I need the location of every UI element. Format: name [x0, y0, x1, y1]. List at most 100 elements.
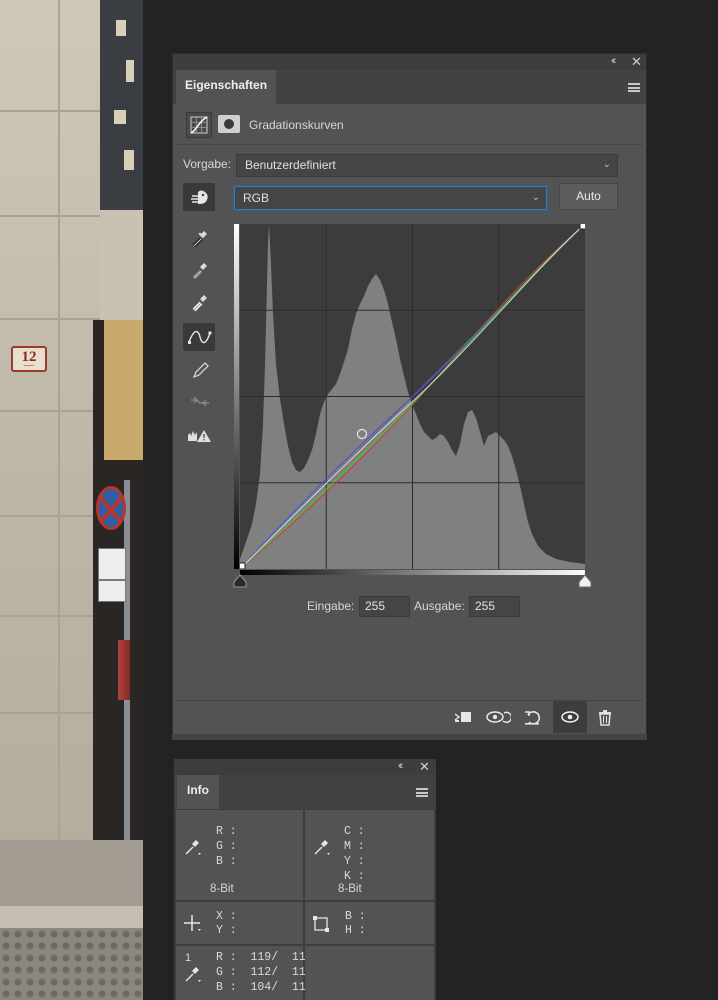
wall-joint [0, 615, 100, 617]
red-object [118, 640, 130, 700]
wall-joint [0, 410, 100, 412]
info-width-label: B : [345, 910, 366, 923]
eyedropper-icon [314, 840, 330, 855]
toggle-visibility-button[interactable] [553, 701, 587, 733]
house-number-plaque: 12 ~~~~ [11, 346, 47, 372]
clipping-warning-tool[interactable] [185, 422, 215, 448]
info-sampler-cell: 1 R : 119/ 112 G : 112/ 112 B : 104/ 112 [176, 946, 313, 1000]
info-x-label: X : [216, 910, 237, 923]
sign-tag [98, 548, 126, 580]
curb [0, 906, 143, 928]
info-rgb-bitdepth: 8-Bit [210, 883, 234, 895]
input-gradient-bar [240, 570, 585, 575]
curves-graph[interactable] [240, 224, 585, 569]
info-wh-cell: B : H : [305, 902, 434, 944]
document-canvas-photo: 12 ~~~~ [0, 0, 143, 1000]
pencil-icon [192, 362, 209, 379]
panel-header-strip: ‹‹ ✕ [174, 759, 436, 775]
no-stopping-sign [96, 486, 126, 530]
curve-endpoint-white[interactable] [579, 224, 585, 230]
white-point-slider[interactable] [577, 573, 593, 589]
input-label: Eingabe: [307, 599, 355, 613]
wall-joint [0, 318, 100, 320]
histogram-warning-icon [188, 430, 211, 442]
layer-mask-icon[interactable] [218, 115, 240, 133]
eyedropper-icon [185, 840, 201, 855]
black-point-slider[interactable] [232, 573, 248, 589]
curves-histogram-svg [240, 224, 585, 569]
color-sampler-icon [185, 967, 201, 982]
auto-button[interactable]: Auto [559, 183, 618, 210]
properties-tab-bar: Eigenschaften [173, 70, 646, 104]
info-xy-cell: X : Y : [176, 902, 303, 944]
info-m-label: M : [344, 840, 365, 853]
gray-point-eyedropper[interactable] [185, 257, 215, 283]
building-wall [0, 0, 100, 840]
wall-joint [0, 110, 100, 112]
curves-adjustment-icon[interactable] [186, 112, 212, 138]
panel-resize-grip[interactable] [172, 734, 647, 740]
selection-size-icon [313, 916, 329, 932]
output-value-field[interactable]: 255 [469, 596, 520, 617]
trash-icon [599, 710, 611, 726]
info-panel: ‹‹ ✕ Info R : G : B : 8-Bit C : M : Y : … [174, 759, 436, 1000]
properties-bottom-toolbar [173, 701, 646, 733]
preset-dropdown[interactable]: Benutzerdefiniert ⌄ [236, 154, 618, 177]
adjustment-title: Gradationskurven [249, 118, 344, 132]
wall-joint [0, 515, 100, 517]
black-point-eyedropper[interactable] [185, 225, 215, 251]
wall-joint [0, 712, 100, 714]
tab-info[interactable]: Info [177, 775, 219, 809]
info-r-label: R : [216, 825, 237, 838]
eye-icon [561, 711, 579, 723]
curve-point-tool[interactable] [183, 323, 215, 351]
view-previous-state-button[interactable] [485, 706, 513, 728]
sampler-g-value: G : 112/ 112 [216, 966, 313, 979]
curve-endpoint-black[interactable] [240, 562, 246, 569]
panel-menu-icon[interactable] [628, 83, 640, 92]
sampler-b-value: B : 104/ 112 [216, 981, 313, 994]
white-point-eyedropper[interactable] [185, 289, 215, 315]
reset-adjustment-button[interactable] [521, 706, 545, 728]
delete-adjustment-button[interactable] [594, 706, 618, 728]
sampler-index: 1 [185, 952, 192, 964]
output-label: Ausgabe: [414, 599, 465, 613]
clip-to-layer-icon [454, 712, 471, 722]
info-g-label: G : [216, 840, 237, 853]
chevron-down-icon: ⌄ [602, 159, 611, 170]
eyedropper-gray-icon [192, 263, 207, 280]
smooth-icon [191, 396, 209, 407]
sampler-r-value: R : 119/ 112 [216, 951, 313, 964]
smooth-curve-tool[interactable] [185, 389, 215, 415]
reset-icon [525, 711, 541, 725]
chevron-down-icon: ⌄ [531, 192, 540, 203]
on-image-adjustment-tool[interactable] [183, 183, 215, 211]
crosshair-icon [184, 915, 201, 931]
curve-wave-icon [188, 330, 212, 344]
info-height-label: H : [345, 924, 366, 937]
channel-dropdown[interactable]: RGB ⌄ [234, 186, 547, 210]
sidewalk [0, 840, 143, 910]
wall-joint [58, 0, 60, 840]
wall-joint [0, 215, 100, 217]
preset-value: Benutzerdefiniert [245, 158, 336, 172]
info-c-label: C : [344, 825, 365, 838]
collapse-panel-icon[interactable]: ‹‹ [398, 760, 404, 772]
clip-to-layer-button[interactable] [451, 706, 475, 728]
pencil-draw-tool[interactable] [185, 357, 215, 383]
divider [176, 144, 643, 145]
info-cmyk-bitdepth: 8-Bit [338, 883, 362, 895]
input-value-field[interactable]: 255 [359, 596, 410, 617]
tab-eigenschaften[interactable]: Eigenschaften [176, 70, 277, 104]
info-empty-cell [305, 946, 434, 1000]
collapse-panel-icon[interactable]: ‹‹ [611, 55, 617, 67]
close-panel-icon[interactable]: ✕ [419, 759, 430, 775]
panel-menu-icon[interactable] [416, 788, 428, 797]
info-b-label: B : [216, 855, 237, 868]
preset-label: Vorgabe: [183, 157, 232, 171]
eyedropper-black-icon [192, 231, 207, 248]
eyedropper-white-icon [192, 295, 207, 312]
close-panel-icon[interactable]: ✕ [631, 54, 642, 70]
info-y-label: Y : [344, 855, 365, 868]
info-cmyk-cell: C : M : Y : K : 8-Bit [305, 810, 434, 900]
